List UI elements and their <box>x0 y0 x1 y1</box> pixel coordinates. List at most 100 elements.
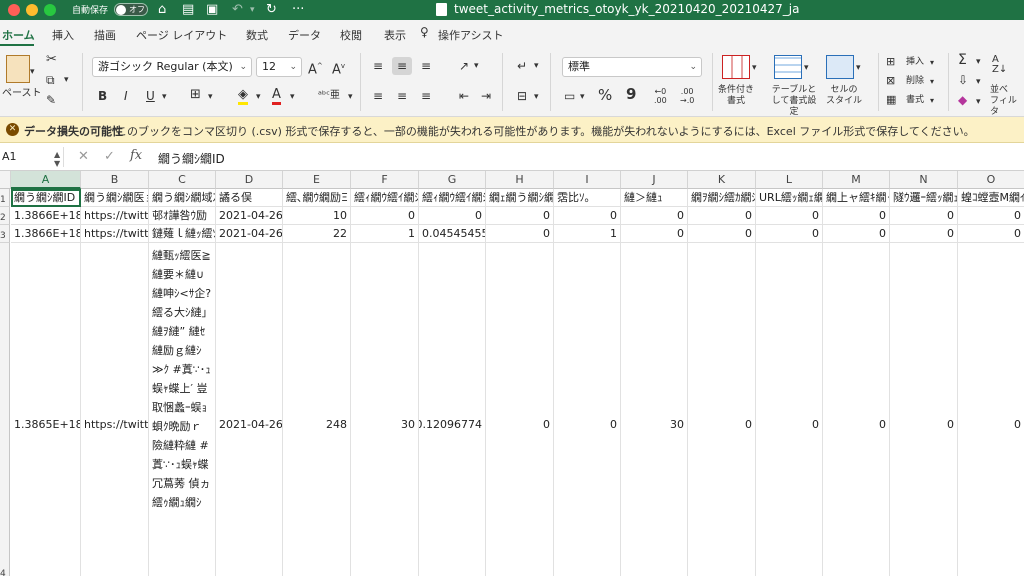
document-title[interactable]: tweet_activity_metrics_otoyk_yk_20210420… <box>454 2 799 16</box>
header-cell[interactable]: 繧ｨ繝ｳ繧ｲ繝ｼ <box>351 189 419 207</box>
select-all-corner[interactable] <box>0 171 11 189</box>
paste-icon[interactable] <box>6 55 30 83</box>
delete-cells-label[interactable]: 削除 <box>906 74 924 88</box>
tab-page-layout[interactable]: ページ レイアウト <box>136 27 227 43</box>
data-cell[interactable]: 0 <box>958 225 1024 243</box>
data-cell[interactable]: 0 <box>756 225 823 243</box>
fill-color-dropdown-icon[interactable]: ▾ <box>256 90 261 104</box>
column-header-e[interactable]: E <box>283 171 351 189</box>
tab-home[interactable]: ホーム <box>2 27 35 43</box>
wrap-text-icon[interactable]: ↵ <box>512 57 532 75</box>
font-size-select[interactable]: 12 ⌄ <box>256 57 302 77</box>
data-cell[interactable]: 0 <box>688 243 756 576</box>
format-cells-icon[interactable]: ▦ <box>886 93 896 107</box>
insert-function-button[interactable]: fx <box>130 148 142 163</box>
save-icon[interactable]: ▣ <box>206 2 218 18</box>
align-center-icon[interactable]: ≡ <box>392 87 412 105</box>
data-cell[interactable]: 0 <box>756 207 823 225</box>
minimize-window-button[interactable] <box>26 4 38 16</box>
confirm-formula-icon[interactable]: ✓ <box>104 149 115 164</box>
autosave-toggle[interactable]: オフ <box>114 3 148 16</box>
column-header-g[interactable]: G <box>419 171 486 189</box>
phonetic-icon[interactable]: ᵃᵇᶜ亜 <box>318 89 340 103</box>
data-cell[interactable]: 0 <box>486 225 554 243</box>
paste-label[interactable]: ペースト <box>2 87 42 101</box>
data-cell[interactable]: 10 <box>283 207 351 225</box>
cell-style-dropdown-icon[interactable]: ▾ <box>856 61 861 75</box>
data-cell[interactable]: 1.3866E+18 <box>11 207 81 225</box>
align-right-icon[interactable]: ≡ <box>416 87 436 105</box>
data-cell[interactable]: 1.3866E+18 <box>11 225 81 243</box>
header-cell[interactable]: 譎る俣 <box>216 189 283 207</box>
data-cell[interactable]: 2021-04-26 0 <box>216 243 283 576</box>
data-cell[interactable]: 0.12096774 <box>419 243 486 576</box>
browse-icon[interactable]: ▤ <box>182 2 194 18</box>
underline-button[interactable]: U <box>146 89 155 103</box>
header-cell[interactable]: 繝上ャ繧ｷ繝･ <box>823 189 890 207</box>
wrap-text-dropdown-icon[interactable]: ▾ <box>534 59 539 73</box>
tab-data[interactable]: データ <box>288 27 321 43</box>
data-cell[interactable]: 鏈薙ｌ縺ｯ繧ｿ <box>149 225 216 243</box>
tab-tell-me[interactable]: 操作アシスト <box>438 27 504 43</box>
data-cell[interactable]: 22 <box>283 225 351 243</box>
orientation-icon[interactable]: ↗ <box>454 57 474 75</box>
data-cell[interactable]: https://twitte <box>81 225 149 243</box>
header-cell[interactable]: 霑比ｿ｡ <box>554 189 621 207</box>
sort-filter-label[interactable]: 並べ フィルタ <box>990 85 1024 118</box>
data-cell[interactable]: 0 <box>823 243 890 576</box>
fill-dropdown-icon[interactable]: ▾ <box>976 75 981 89</box>
decrease-decimal-icon[interactable]: .00 →.0 <box>680 87 694 105</box>
increase-indent-icon[interactable]: ⇥ <box>476 87 496 105</box>
header-cell[interactable]: 繝う繝ｼ繝域ｽ <box>149 189 216 207</box>
column-header-n[interactable]: N <box>890 171 958 189</box>
data-cell[interactable]: 縺甄ｯ繧医≧縺要＊縺∪縺呻ｼ<ｻ企?繧る大ｼ縺」縺ｦ縺” 縺ｾ縺励ｇ縺ｼ≫ｸ #… <box>149 243 216 576</box>
data-cell[interactable]: 0 <box>890 243 958 576</box>
home-icon[interactable]: ⌂ <box>158 2 166 18</box>
row-header[interactable]: 2 <box>0 207 10 225</box>
clear-dropdown-icon[interactable]: ▾ <box>976 95 981 109</box>
delete-dropdown-icon[interactable]: ▾ <box>930 75 934 89</box>
fill-color-icon[interactable]: ◈ <box>238 88 248 105</box>
close-window-button[interactable] <box>8 4 20 16</box>
column-header-l[interactable]: L <box>756 171 823 189</box>
paste-dropdown-icon[interactable]: ▾ <box>30 65 35 79</box>
increase-font-icon[interactable]: A^ <box>308 59 323 77</box>
conditional-format-icon[interactable] <box>722 55 750 79</box>
data-cell[interactable]: 30 <box>351 243 419 576</box>
header-cell[interactable]: 繝う繝ｼ繝ID <box>11 189 81 207</box>
tab-view[interactable]: 表示 <box>384 27 406 43</box>
data-cell[interactable]: 0 <box>688 207 756 225</box>
autosum-icon[interactable]: Σ <box>958 53 967 67</box>
align-top-icon[interactable]: ≡ <box>368 57 388 75</box>
maximize-window-button[interactable] <box>44 4 56 16</box>
row-header[interactable]: 1 <box>0 189 10 207</box>
italic-button[interactable]: I <box>124 89 128 103</box>
data-cell[interactable]: 0 <box>958 243 1024 576</box>
orientation-dropdown-icon[interactable]: ▾ <box>474 59 479 73</box>
cancel-formula-icon[interactable]: ✕ <box>78 149 89 164</box>
data-cell[interactable]: 0 <box>419 207 486 225</box>
comma-button[interactable]: 9 <box>626 87 636 102</box>
border-dropdown-icon[interactable]: ▾ <box>208 90 213 104</box>
data-cell[interactable]: 30 <box>621 243 688 576</box>
format-painter-icon[interactable]: ✎ <box>46 93 56 107</box>
more-icon[interactable]: ··· <box>292 2 304 18</box>
bold-button[interactable]: B <box>98 89 107 103</box>
formula-input[interactable]: 繝う繝ｼ繝ID <box>158 150 225 167</box>
data-cell[interactable]: https://twitte <box>81 243 149 576</box>
data-cell[interactable]: 248 <box>283 243 351 576</box>
data-cell[interactable]: 0 <box>554 243 621 576</box>
name-box-stepper-icon[interactable]: ▲ ▼ <box>54 150 60 168</box>
header-cell[interactable]: 隧ｳ邏ｰ繧ｯ繝ｪ <box>890 189 958 207</box>
header-cell[interactable]: 繧､繝ｳ繝励Ξ <box>283 189 351 207</box>
redo-icon[interactable]: ↻ <box>266 2 277 18</box>
row-header[interactable]: 4 <box>0 243 10 576</box>
data-cell[interactable]: 邨ｵ譁咎ｳ励 <box>149 207 216 225</box>
undo-dropdown-icon[interactable]: ▾ <box>250 2 255 18</box>
data-cell[interactable]: 2021-04-26 0 <box>216 207 283 225</box>
header-cell[interactable]: 繧ｨ繝ｳ繧ｲ繝ｼ <box>419 189 486 207</box>
header-cell[interactable]: 繝ｦ繝ｼ繧ｶ繝ｼ <box>688 189 756 207</box>
tab-draw[interactable]: 描画 <box>94 27 116 43</box>
merge-cells-icon[interactable]: ⊟ <box>512 87 532 105</box>
header-cell[interactable]: URL繧ｯ繝ｪ繝 <box>756 189 823 207</box>
